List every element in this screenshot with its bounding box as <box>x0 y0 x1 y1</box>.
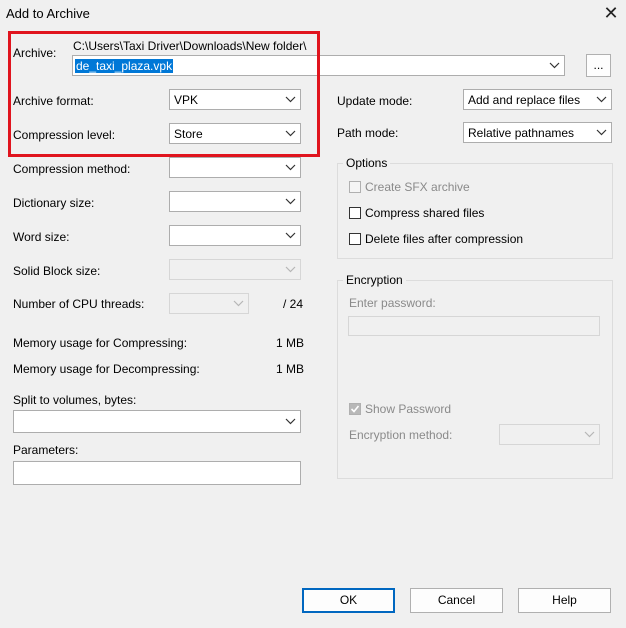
parameters-label: Parameters: <box>13 443 79 457</box>
cpu-threads-total: / 24 <box>283 297 304 311</box>
mem-compress-value: 1 MB <box>276 336 305 350</box>
chevron-down-icon <box>285 266 296 273</box>
split-volumes-label: Split to volumes, bytes: <box>13 393 137 407</box>
cpu-threads-label: Number of CPU threads: <box>13 297 145 311</box>
checkmark-icon <box>350 405 360 413</box>
chevron-down-icon <box>285 164 296 171</box>
chevron-down-icon <box>285 232 296 239</box>
password-input[interactable] <box>348 316 600 336</box>
mem-decompress-label: Memory usage for Decompressing: <box>13 362 200 376</box>
path-mode-label: Path mode: <box>337 126 399 140</box>
chevron-down-icon <box>596 96 607 103</box>
solid-block-label: Solid Block size: <box>13 264 101 278</box>
window-title: Add to Archive <box>6 6 90 21</box>
chevron-down-icon <box>285 418 296 425</box>
compression-method-select[interactable] <box>169 157 301 178</box>
create-sfx-label: Create SFX archive <box>365 180 470 194</box>
chevron-down-icon <box>584 431 595 438</box>
browse-button[interactable]: ... <box>586 54 611 77</box>
dictionary-size-select[interactable] <box>169 191 301 212</box>
close-icon[interactable]: ✕ <box>600 2 622 24</box>
update-mode-label: Update mode: <box>337 94 413 108</box>
chevron-down-icon <box>233 300 244 307</box>
delete-after-label: Delete files after compression <box>365 232 524 246</box>
path-mode-value: Relative pathnames <box>468 126 575 140</box>
compress-shared-label: Compress shared files <box>365 206 485 220</box>
chevron-down-icon <box>285 198 296 205</box>
split-volumes-combo[interactable] <box>13 410 301 433</box>
dictionary-size-label: Dictionary size: <box>13 196 95 210</box>
solid-block-select[interactable] <box>169 259 301 280</box>
update-mode-value: Add and replace files <box>468 93 581 107</box>
ok-button[interactable]: OK <box>302 588 395 613</box>
options-legend: Options <box>343 156 391 170</box>
chevron-down-icon <box>596 129 607 136</box>
word-size-select[interactable] <box>169 225 301 246</box>
path-mode-select[interactable]: Relative pathnames <box>463 122 612 143</box>
cancel-button[interactable]: Cancel <box>410 588 503 613</box>
password-label: Enter password: <box>349 296 436 310</box>
encryption-method-label: Encryption method: <box>349 428 453 442</box>
create-sfx-checkbox[interactable] <box>349 181 361 193</box>
title-bar <box>0 0 626 28</box>
encryption-legend: Encryption <box>343 273 406 287</box>
mem-decompress-value: 1 MB <box>276 362 305 376</box>
highlight-box <box>8 31 320 157</box>
encryption-method-select[interactable] <box>499 424 600 445</box>
compress-shared-checkbox[interactable] <box>349 207 361 219</box>
word-size-label: Word size: <box>13 230 70 244</box>
mem-compress-label: Memory usage for Compressing: <box>13 336 188 350</box>
update-mode-select[interactable]: Add and replace files <box>463 89 612 110</box>
chevron-down-icon[interactable] <box>547 58 562 73</box>
delete-after-checkbox[interactable] <box>349 233 361 245</box>
parameters-input[interactable] <box>13 461 301 485</box>
cpu-threads-select[interactable] <box>169 293 249 314</box>
help-button[interactable]: Help <box>518 588 611 613</box>
compression-method-label: Compression method: <box>13 162 131 176</box>
show-password-checkbox[interactable] <box>349 403 361 415</box>
show-password-label: Show Password <box>365 402 452 416</box>
